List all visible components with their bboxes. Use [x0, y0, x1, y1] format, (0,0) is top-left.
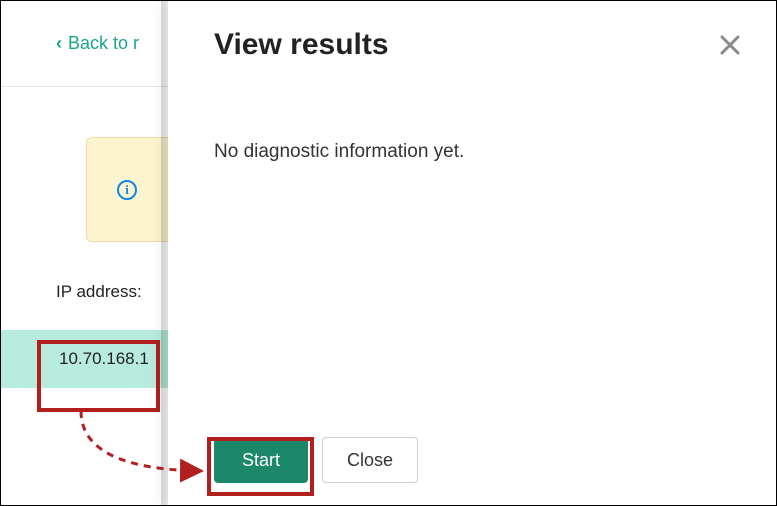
modal-footer: Start Close: [168, 431, 776, 505]
modal-header: View results: [168, 1, 776, 71]
close-icon[interactable]: [712, 27, 748, 63]
back-link[interactable]: ‹ Back to r: [56, 33, 139, 54]
modal-view-results: View results No diagnostic information y…: [168, 1, 776, 505]
info-icon: i: [117, 180, 137, 200]
modal-message: No diagnostic information yet.: [214, 141, 730, 163]
back-link-label: Back to r: [68, 33, 139, 54]
chevron-left-icon: ‹: [56, 33, 62, 54]
modal-body: No diagnostic information yet.: [168, 71, 776, 431]
ip-address-value: 10.70.168.1: [59, 349, 149, 369]
start-button[interactable]: Start: [214, 437, 308, 483]
close-button[interactable]: Close: [322, 437, 418, 483]
modal-title: View results: [214, 28, 389, 62]
